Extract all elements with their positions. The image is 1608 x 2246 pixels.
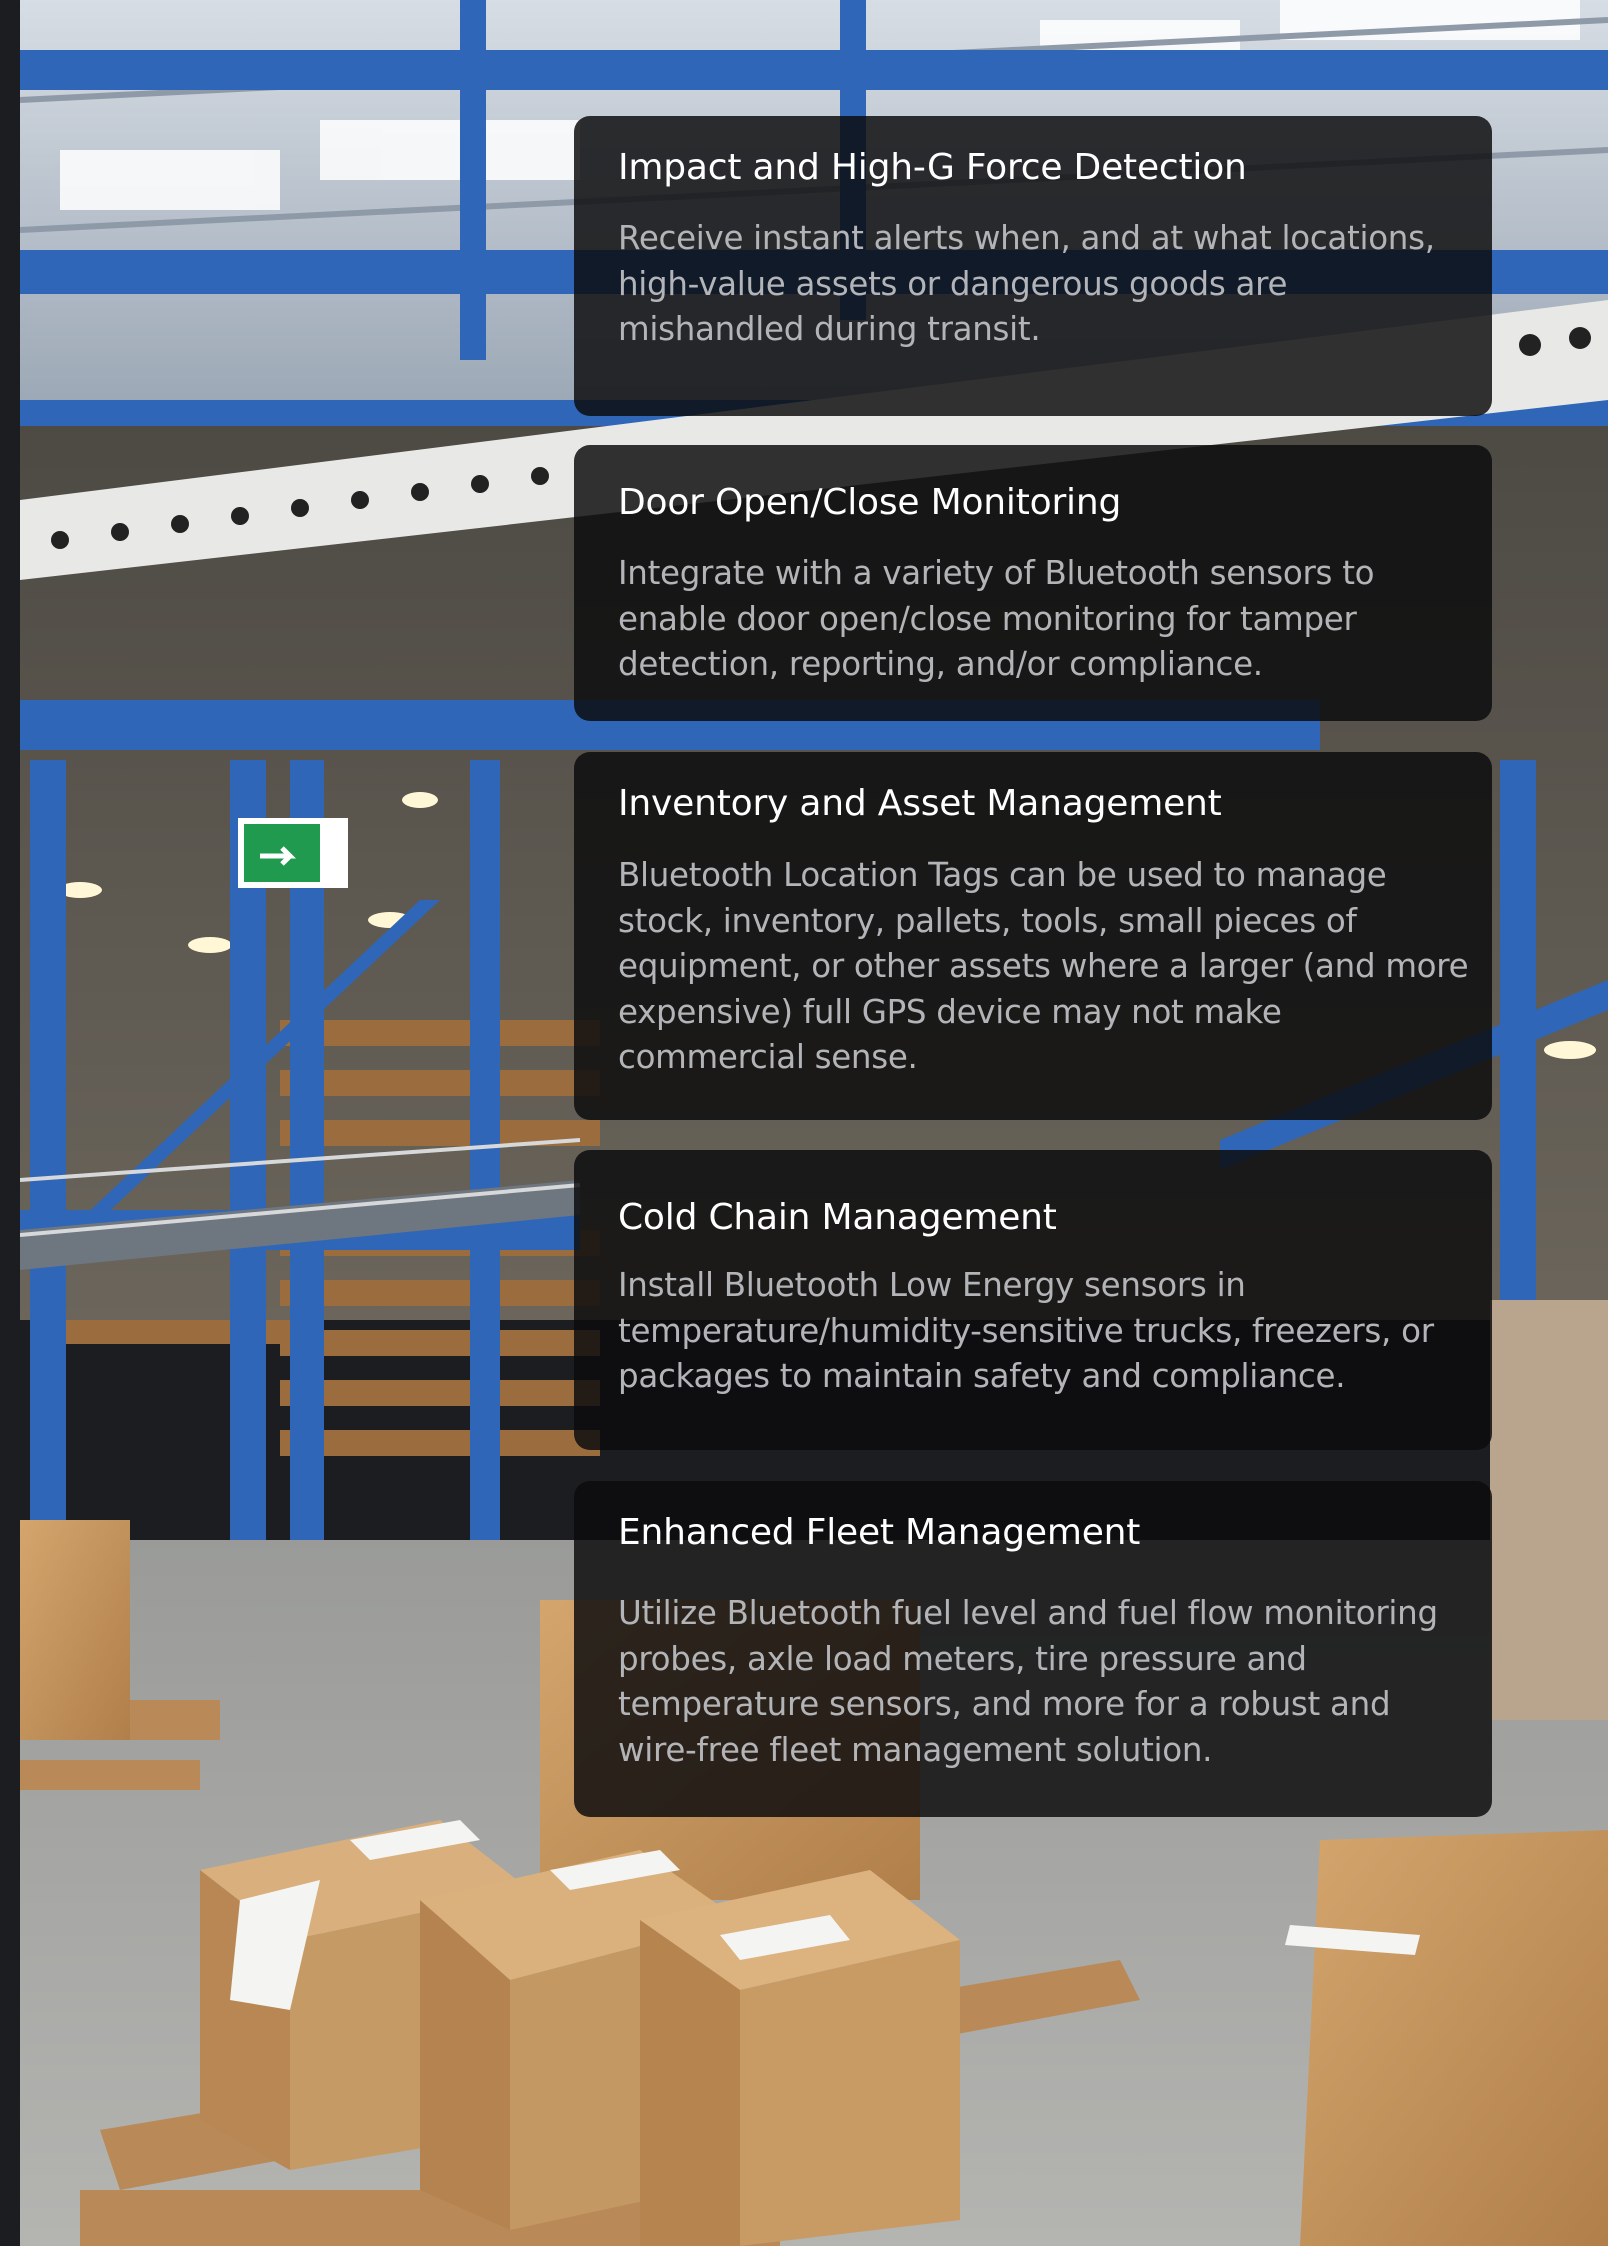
feature-card-inventory-management: Inventory and Asset Management Bluetooth… (574, 752, 1492, 1120)
card-title: Inventory and Asset Management (618, 783, 1222, 824)
card-description: Utilize Bluetooth fuel level and fuel fl… (618, 1594, 1438, 1769)
card-title: Impact and High-G Force Detection (618, 147, 1247, 188)
page-left-edge (0, 0, 20, 2246)
feature-card-impact-detection: Impact and High-G Force Detection Receiv… (574, 116, 1492, 416)
feature-card-fleet-management: Enhanced Fleet Management Utilize Blueto… (574, 1481, 1492, 1817)
card-description: Install Bluetooth Low Energy sensors in … (618, 1266, 1434, 1395)
card-description: Receive instant alerts when, and at what… (618, 219, 1435, 348)
feature-card-cold-chain: Cold Chain Management Install Bluetooth … (574, 1150, 1492, 1450)
card-description: Bluetooth Location Tags can be used to m… (618, 856, 1469, 1076)
card-description: Integrate with a variety of Bluetooth se… (618, 554, 1375, 683)
card-title: Cold Chain Management (618, 1197, 1057, 1238)
feature-card-door-monitoring: Door Open/Close Monitoring Integrate wit… (574, 445, 1492, 721)
card-title: Enhanced Fleet Management (618, 1512, 1141, 1553)
card-title: Door Open/Close Monitoring (618, 482, 1122, 523)
